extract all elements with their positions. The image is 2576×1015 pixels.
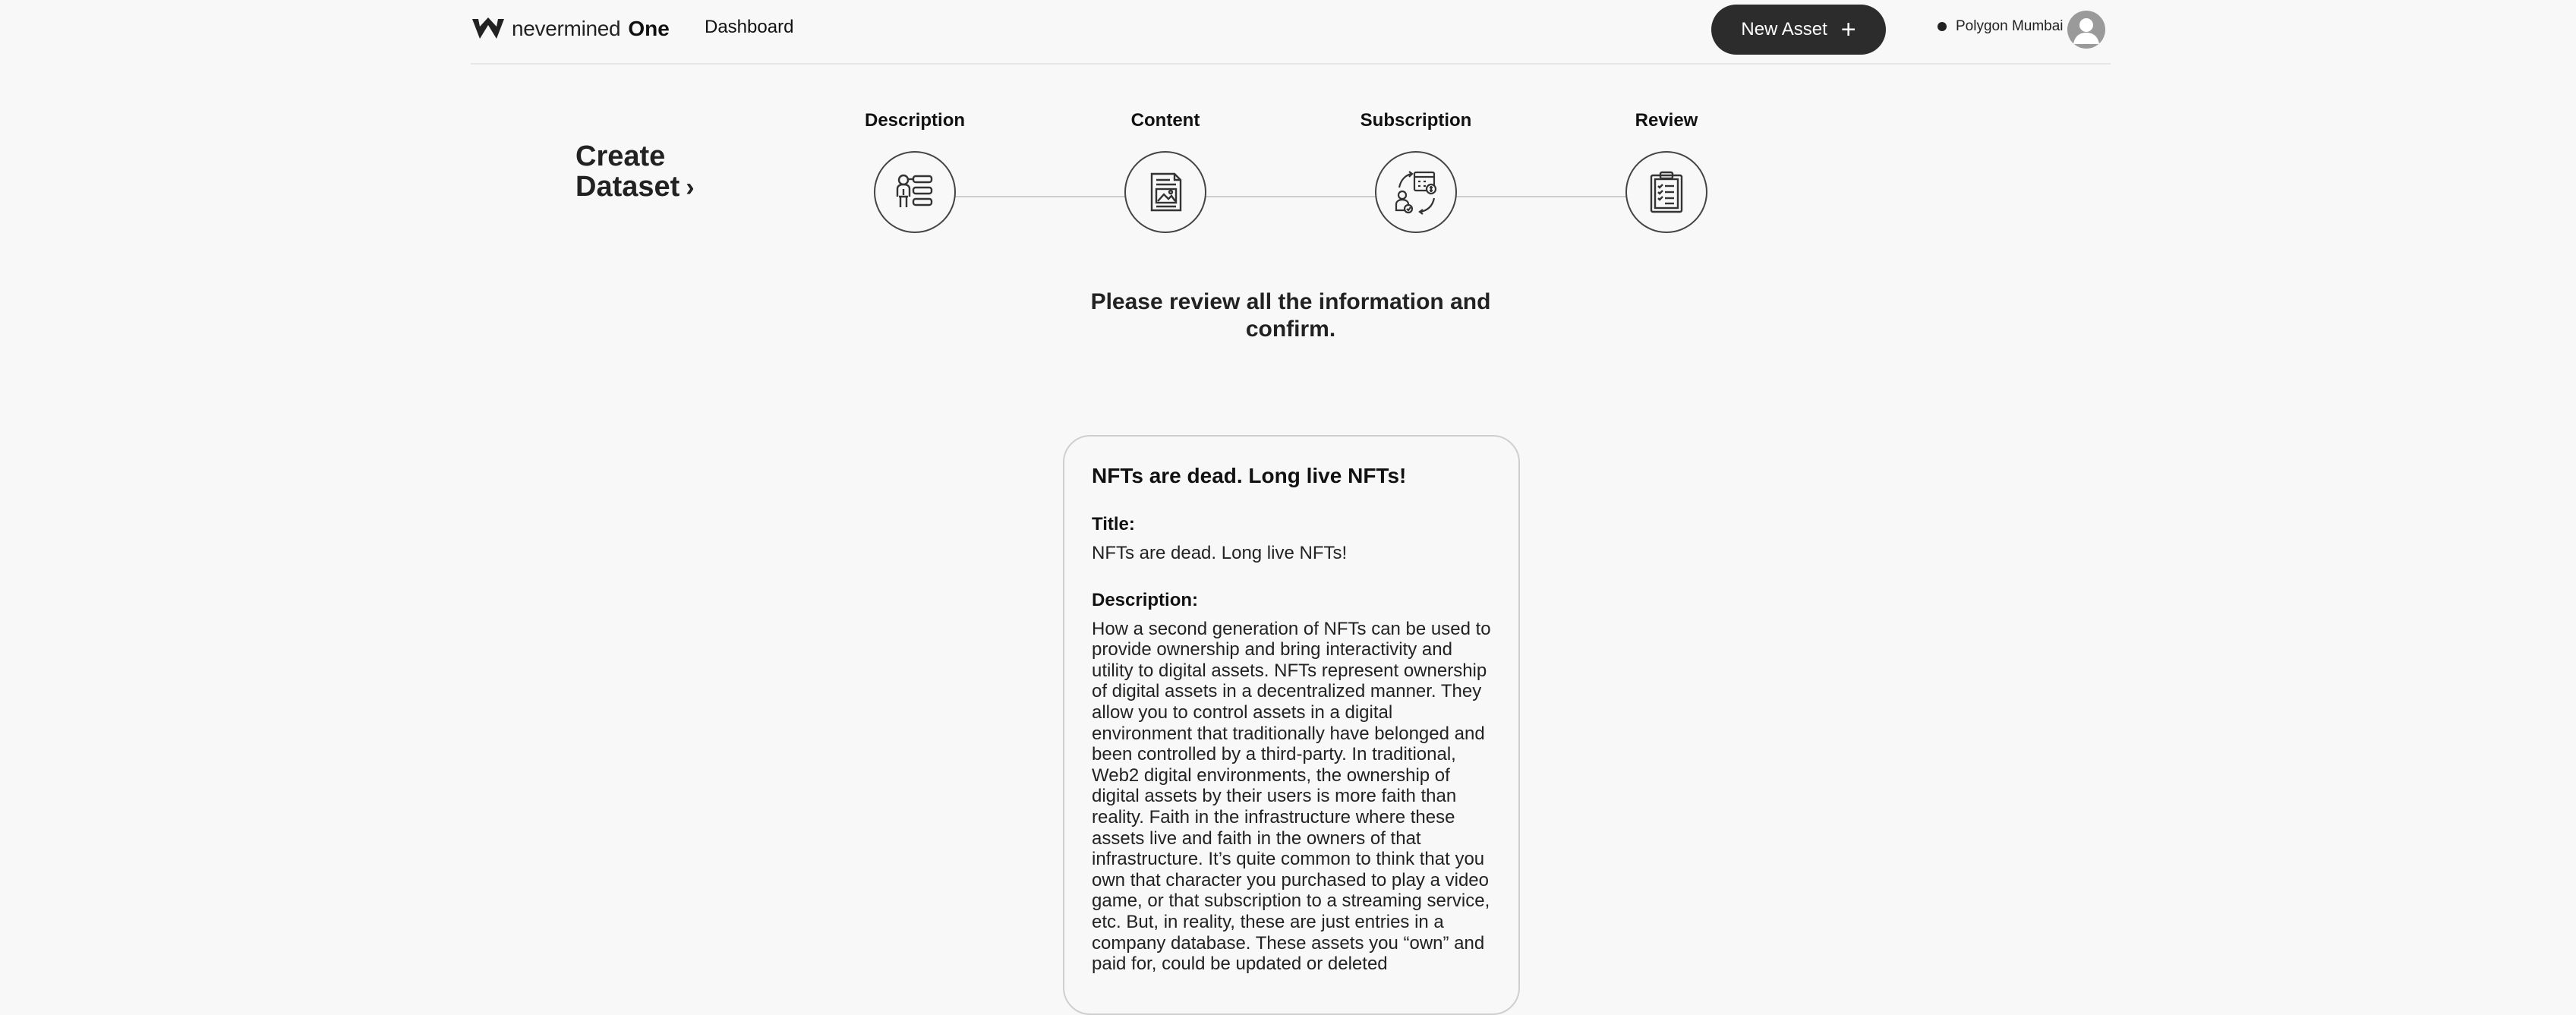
review-card-content: NFTs are dead. Long live NFTs! Title: NF… bbox=[1092, 464, 1494, 1001]
title-label: Title: bbox=[1092, 514, 1135, 534]
nevermined-logo-icon bbox=[472, 17, 504, 39]
user-avatar[interactable] bbox=[2067, 11, 2105, 49]
network-name: Polygon Mumbai bbox=[1956, 18, 2064, 34]
network-indicator[interactable]: Polygon Mumbai bbox=[1938, 18, 2064, 35]
step-circle bbox=[1625, 151, 1707, 233]
step-content[interactable]: Content bbox=[1089, 110, 1241, 233]
brand-name: nevermined bbox=[512, 17, 621, 40]
plus-icon: + bbox=[1840, 15, 1856, 44]
create-title-line2: Dataset › bbox=[575, 172, 695, 203]
step-review[interactable]: Review bbox=[1591, 110, 1742, 233]
step-label: Description bbox=[864, 110, 966, 131]
title-value: NFTs are dead. Long live NFTs! bbox=[1092, 543, 1348, 563]
nav-dashboard-link[interactable]: Dashboard bbox=[705, 17, 793, 38]
new-asset-label: New Asset bbox=[1741, 19, 1827, 39]
top-header: nevermined One Dashboard New Asset + Pol… bbox=[471, 0, 2111, 65]
review-prompt: Please review all the information and co… bbox=[1090, 289, 1491, 342]
step-description[interactable]: Description bbox=[839, 110, 991, 233]
chevron-right-icon: › bbox=[686, 173, 695, 202]
step-circle bbox=[1124, 151, 1206, 233]
new-asset-button[interactable]: New Asset + bbox=[1711, 5, 1886, 55]
create-title-word: Dataset bbox=[575, 171, 680, 203]
network-status-dot bbox=[1938, 22, 1947, 31]
step-circle bbox=[1375, 151, 1457, 233]
step-label: Content bbox=[1130, 110, 1200, 131]
review-card: NFTs are dead. Long live NFTs! Title: NF… bbox=[1063, 435, 1520, 1015]
subscription-icon bbox=[1395, 171, 1437, 215]
create-title-line1: Create bbox=[575, 140, 666, 172]
nevermined-logo[interactable]: nevermined One bbox=[471, 14, 670, 44]
description-icon bbox=[896, 174, 933, 207]
create-dataset-title: Create Dataset › bbox=[575, 141, 695, 203]
step-subscription[interactable]: Subscription bbox=[1340, 110, 1492, 233]
step-label: Subscription bbox=[1360, 110, 1472, 131]
description-value: How a second generation of NFTs can be u… bbox=[1092, 618, 1491, 975]
review-icon bbox=[1650, 171, 1683, 213]
description-label: Description: bbox=[1092, 589, 1199, 610]
content-icon bbox=[1150, 172, 1182, 212]
step-label: Review bbox=[1635, 110, 1698, 131]
brand-suffix: One bbox=[628, 17, 670, 40]
user-icon bbox=[2073, 18, 2099, 44]
card-heading: NFTs are dead. Long live NFTs! bbox=[1092, 464, 1407, 487]
step-circle bbox=[874, 151, 956, 233]
